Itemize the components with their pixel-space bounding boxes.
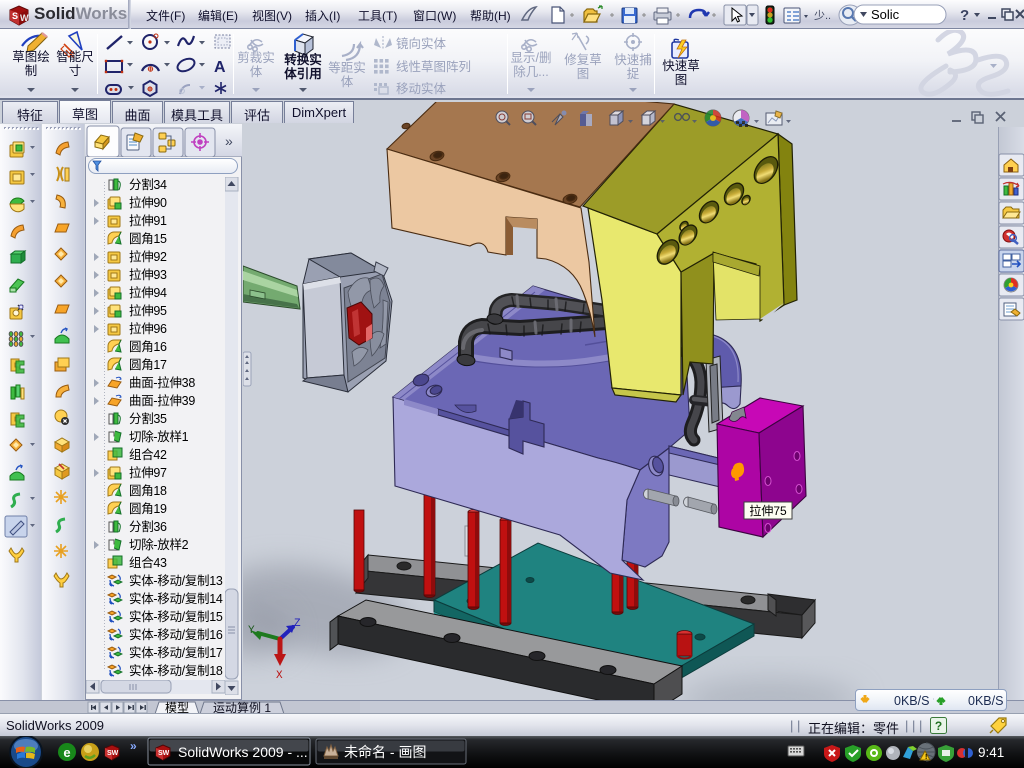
svg-text:未命名 - 画图: 未命名 - 画图: [344, 744, 426, 760]
svg-text:0KB/S: 0KB/S: [968, 694, 1003, 708]
svg-text:显示/删: 显示/删: [511, 51, 552, 65]
svg-text:9:41: 9:41: [978, 745, 1004, 760]
svg-text:修复草: 修复草: [564, 52, 602, 67]
svg-text:寸: 寸: [69, 64, 82, 78]
svg-text:拉伸75: 拉伸75: [749, 503, 787, 518]
svg-text:转换实: 转换实: [284, 52, 322, 67]
svg-text:Solic: Solic: [871, 7, 900, 22]
svg-text:快速捕: 快速捕: [614, 52, 652, 67]
svg-text:SW: SW: [107, 750, 119, 757]
svg-text:SolidWorks 2009 - ...: SolidWorks 2009 - ...: [178, 744, 308, 760]
svg-text:»: »: [130, 739, 137, 753]
svg-text:捉: 捉: [627, 66, 640, 81]
svg-text:体: 体: [341, 75, 354, 89]
svg-text:?: ?: [935, 719, 942, 733]
svg-text:智能尺: 智能尺: [56, 49, 94, 64]
svg-text:制: 制: [25, 64, 38, 78]
svg-text:?: ?: [960, 7, 969, 24]
svg-text:W: W: [20, 13, 29, 23]
svg-text:体: 体: [250, 65, 263, 79]
svg-text:镜向实体: 镜向实体: [396, 36, 447, 51]
svg-text:»: »: [225, 133, 233, 149]
svg-text:Y: Y: [248, 625, 255, 637]
svg-text:除几...: 除几...: [513, 64, 548, 79]
svg-text:Z: Z: [294, 618, 301, 630]
svg-text:少..: 少..: [814, 9, 831, 22]
svg-text:e: e: [63, 745, 70, 760]
svg-text:草图绘: 草图绘: [12, 49, 50, 64]
svg-text:S: S: [12, 11, 18, 21]
svg-text:快速草: 快速草: [662, 59, 700, 73]
svg-text:体引用: 体引用: [284, 66, 322, 81]
svg-text:0KB/S: 0KB/S: [894, 694, 929, 708]
svg-text:X: X: [276, 670, 283, 682]
svg-text:移动实体: 移动实体: [396, 81, 447, 96]
svg-text:SW: SW: [158, 750, 170, 757]
svg-text:等距实: 等距实: [328, 60, 366, 75]
svg-text:!: !: [925, 754, 927, 761]
svg-text:A: A: [214, 59, 226, 76]
svg-text:线性草图阵列: 线性草图阵列: [396, 60, 471, 74]
svg-text:剪裁实: 剪裁实: [237, 50, 275, 65]
svg-text:图: 图: [675, 73, 688, 87]
svg-text:图: 图: [577, 67, 590, 81]
